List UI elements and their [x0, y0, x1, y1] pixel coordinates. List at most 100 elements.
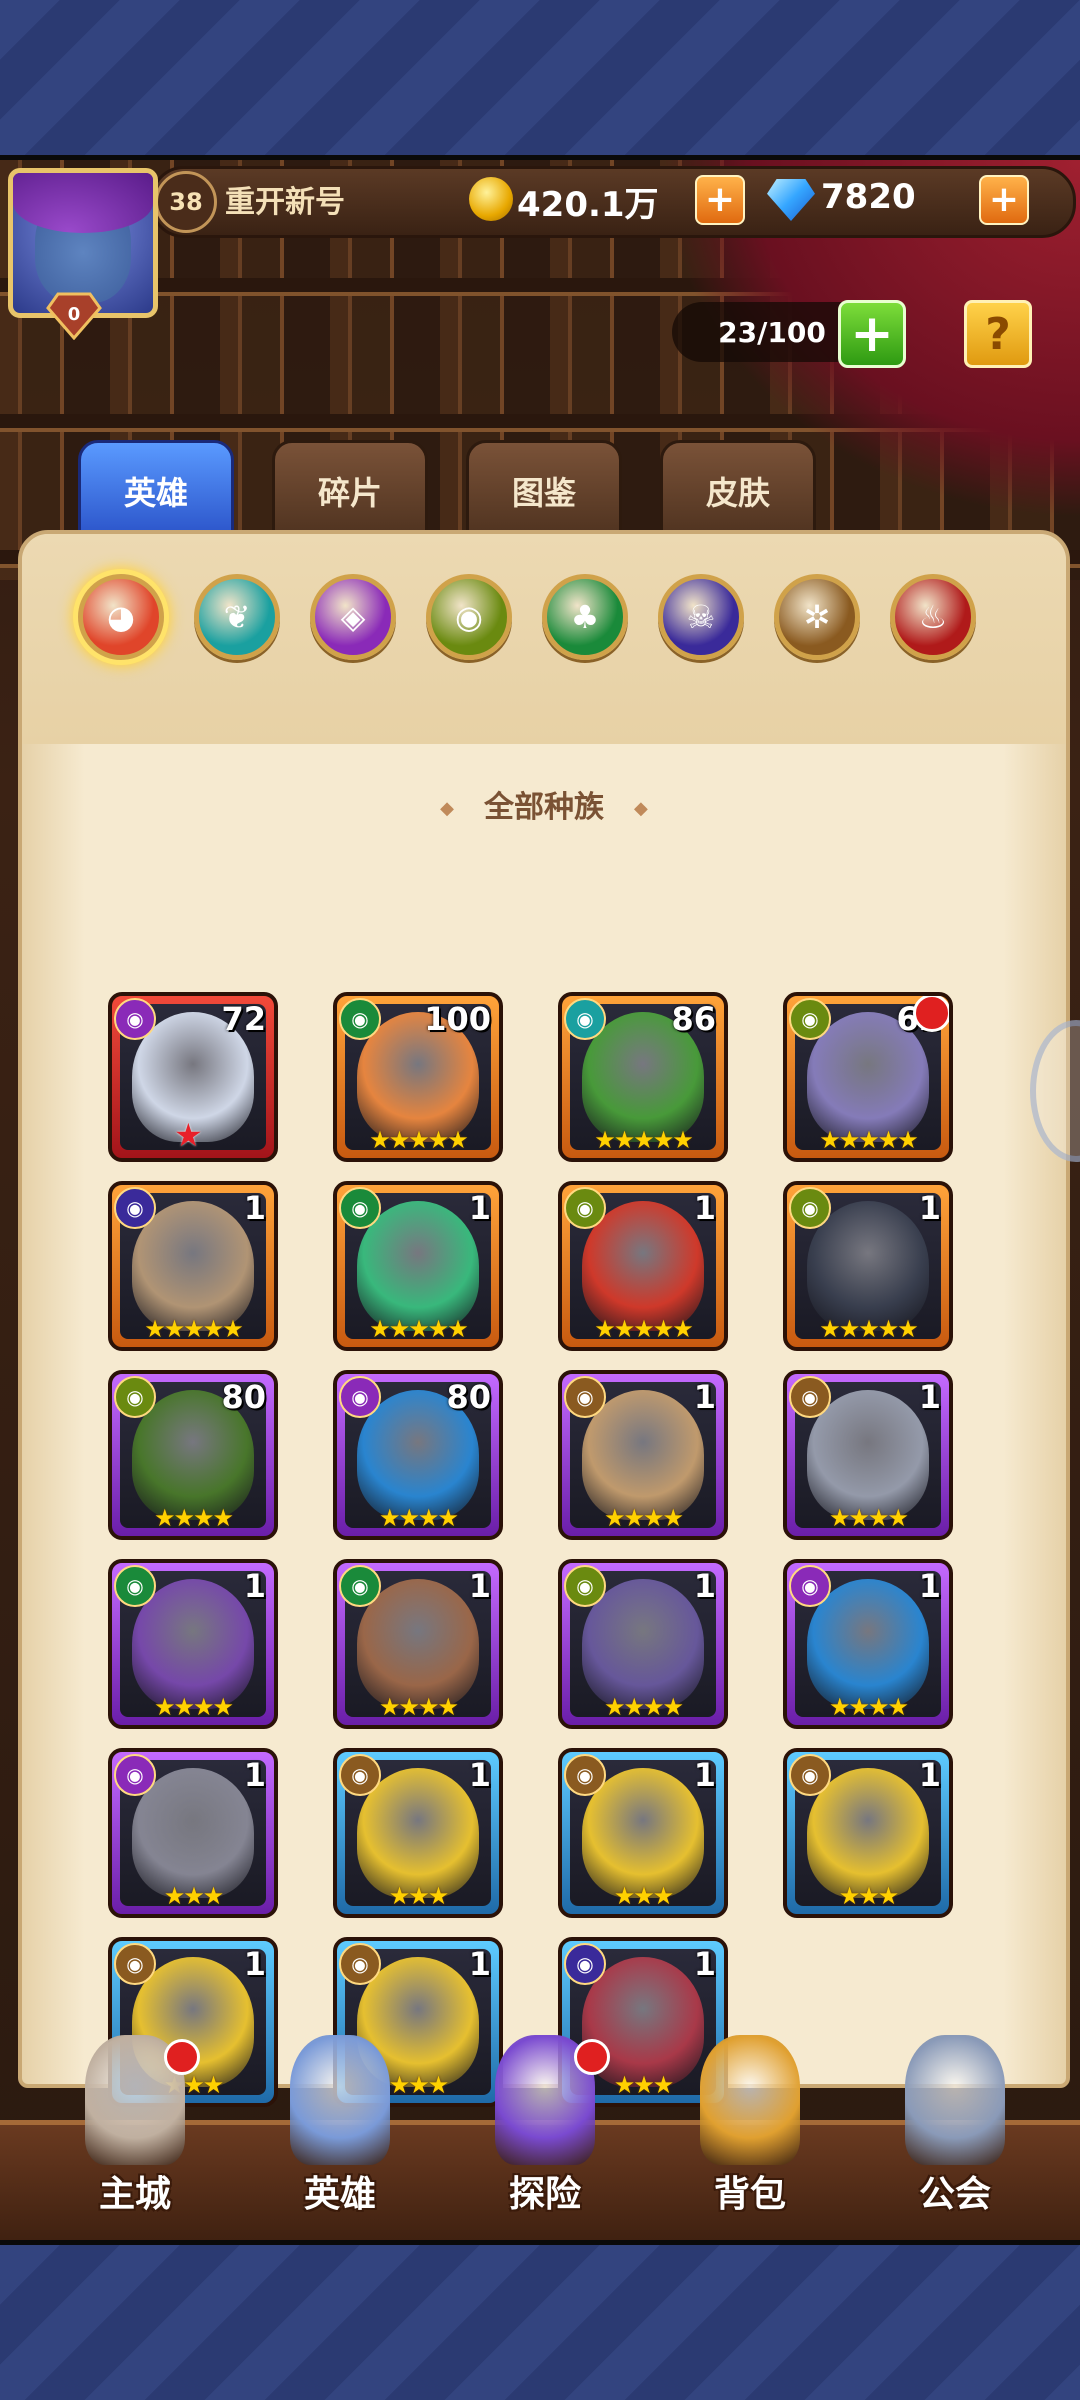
faction-icon: ◉ [789, 1376, 831, 1418]
hero-stars: ★★★★ [828, 1504, 909, 1532]
help-button[interactable]: ? [964, 300, 1032, 368]
faction-icon: ◉ [339, 1943, 381, 1985]
hero-level: 1 [243, 1945, 266, 1983]
arcane-race-icon[interactable]: ◈ [310, 574, 396, 660]
hero-level: 1 [468, 1756, 491, 1794]
add-gem-button[interactable]: + [979, 175, 1029, 225]
top-frame [0, 0, 1080, 155]
red-star-icon: ★ [174, 1116, 203, 1154]
hero-stars: ★★★★★ [594, 1315, 694, 1343]
nav-label: 英雄 [303, 2174, 376, 2215]
hero-level: 72 [221, 1000, 266, 1038]
game-screen: 38 重开新号 420.1万 + 7820 + 0 23/100 + ? 英雄 … [0, 160, 1080, 2240]
hero-card[interactable]: ◉ 1 ★★★★ [333, 1559, 503, 1729]
hero-card[interactable]: ◉ 1 ★★★★★ [783, 1181, 953, 1351]
hero-stars: ★★★ [838, 1882, 900, 1910]
hero-card[interactable]: ◉ 1 ★★★★★ [108, 1181, 278, 1351]
hero-card[interactable]: ◉ 1 ★★★★★ [333, 1181, 503, 1351]
hero-card[interactable]: ◉ 1 ★★★★ [783, 1559, 953, 1729]
hero-level: 80 [221, 1378, 266, 1416]
nav-backpack[interactable]: 背包 [675, 2035, 825, 2240]
hero-card[interactable]: ◉ 1 ★★★ [108, 1748, 278, 1918]
hero-card[interactable]: ◉ 1 ★★★★ [108, 1559, 278, 1729]
faction-icon: ◉ [339, 1187, 381, 1229]
light-race-icon[interactable]: ✲ [774, 574, 860, 660]
hero-level: 1 [243, 1567, 266, 1605]
hero-card[interactable]: ◉ 1 ★★★★ [783, 1370, 953, 1540]
tab-skins[interactable]: 皮肤 [660, 440, 816, 542]
hero-icon [290, 2035, 390, 2165]
nav-label: 主城 [98, 2174, 171, 2215]
hero-stars: ★★★★★ [369, 1315, 469, 1343]
eye-race-icon[interactable]: ◉ [426, 574, 512, 660]
faction-icon: ◉ [114, 1187, 156, 1229]
hero-stars: ★★★★ [828, 1693, 909, 1721]
faction-icon: ◉ [339, 998, 381, 1040]
add-gold-button[interactable]: + [695, 175, 745, 225]
hero-level: 1 [918, 1567, 941, 1605]
hero-card[interactable]: ◉ 1 ★★★★ [558, 1559, 728, 1729]
nav-castle[interactable]: 主城 [60, 2035, 210, 2240]
avatar-hair [13, 173, 153, 233]
hero-card[interactable]: ◉ 1 ★★★ [333, 1748, 503, 1918]
all-races-icon[interactable]: ◕ [78, 574, 164, 660]
hero-card[interactable]: ◉ 1 ★★★★★ [558, 1181, 728, 1351]
hero-card[interactable]: ◉ 1 ★★★ [558, 1748, 728, 1918]
faction-icon: ◉ [339, 1754, 381, 1796]
hero-level: 1 [693, 1945, 716, 1983]
expand-capacity-button[interactable]: + [838, 300, 906, 368]
nature-race-icon[interactable]: ♣ [542, 574, 628, 660]
hero-card[interactable]: ◉ 80 ★★★★ [333, 1370, 503, 1540]
player-level: 38 [155, 171, 217, 233]
hero-stars: ★★★★ [603, 1693, 684, 1721]
notification-dot [913, 996, 949, 1032]
hero-level: 1 [693, 1378, 716, 1416]
avatar-level-badge: 0 [46, 292, 102, 340]
player-name: 重开新号 [225, 185, 345, 220]
hero-level: 1 [468, 1945, 491, 1983]
hero-stars: ★★★★★ [594, 1126, 694, 1154]
faction-icon: ◉ [114, 1943, 156, 1985]
hero-card[interactable]: ◉ 1 ★★★★ [558, 1370, 728, 1540]
avatar-level-text: 0 [68, 304, 81, 325]
bottom-frame [0, 2245, 1080, 2400]
hero-card[interactable]: ◉62★★★★★ [783, 992, 953, 1162]
tab-heroes[interactable]: 英雄 [78, 440, 234, 542]
hero-card[interactable]: ◉ 86 ★★★★★ [558, 992, 728, 1162]
race-filter-title: 全部种族 [22, 782, 1066, 826]
faction-icon: ◉ [114, 1376, 156, 1418]
hero-stars: ★★★ [613, 1882, 675, 1910]
nav-hero[interactable]: 英雄 [265, 2035, 415, 2240]
tab-codex[interactable]: 图鉴 [466, 440, 622, 542]
faction-icon: ◉ [789, 1187, 831, 1229]
faction-icon: ◉ [114, 998, 156, 1040]
faction-icon: ◉ [789, 1754, 831, 1796]
hero-stars: ★★★ [163, 1882, 225, 1910]
notification-dot [164, 2039, 200, 2075]
hero-card[interactable]: ◉ 72 ★ [108, 992, 278, 1162]
nav-label: 探险 [508, 2174, 581, 2215]
hero-card[interactable]: ◉ 100 ★★★★★ [333, 992, 503, 1162]
hero-stars: ★★★★ [603, 1504, 684, 1532]
fire-race-icon[interactable]: ♨ [890, 574, 976, 660]
nav-portal[interactable]: 探险 [470, 2035, 620, 2240]
undead-race-icon[interactable]: ☠ [658, 574, 744, 660]
hero-stars: ★★★★ [378, 1693, 459, 1721]
hero-level: 1 [468, 1567, 491, 1605]
nav-guild-tower[interactable]: 公会 [880, 2035, 1030, 2240]
hero-level: 1 [918, 1378, 941, 1416]
hero-book-panel: ◕ ❦ ◈ ◉ ♣ ☠ ✲ ♨ 全部种族 ◉ 72 ★ ◉100★★★★★ ◉86★★★★★ ◉62★★… [18, 530, 1070, 2107]
hero-stars: ★★★★★ [819, 1315, 919, 1343]
faction-icon: ◉ [564, 998, 606, 1040]
hero-card[interactable]: ◉ 80 ★★★★ [108, 1370, 278, 1540]
hero-stars: ★★★★★ [819, 1126, 919, 1154]
gold-amount: 420.1万 [517, 185, 659, 225]
hero-card[interactable]: ◉ 1 ★★★ [783, 1748, 953, 1918]
hero-level: 1 [243, 1189, 266, 1227]
wind-race-icon[interactable]: ❦ [194, 574, 280, 660]
backpack-icon [700, 2035, 800, 2165]
tab-fragments[interactable]: 碎片 [272, 440, 428, 542]
resource-bar: 38 重开新号 420.1万 + 7820 + [150, 166, 1076, 238]
hero-level: 1 [918, 1189, 941, 1227]
faction-icon: ◉ [114, 1565, 156, 1607]
